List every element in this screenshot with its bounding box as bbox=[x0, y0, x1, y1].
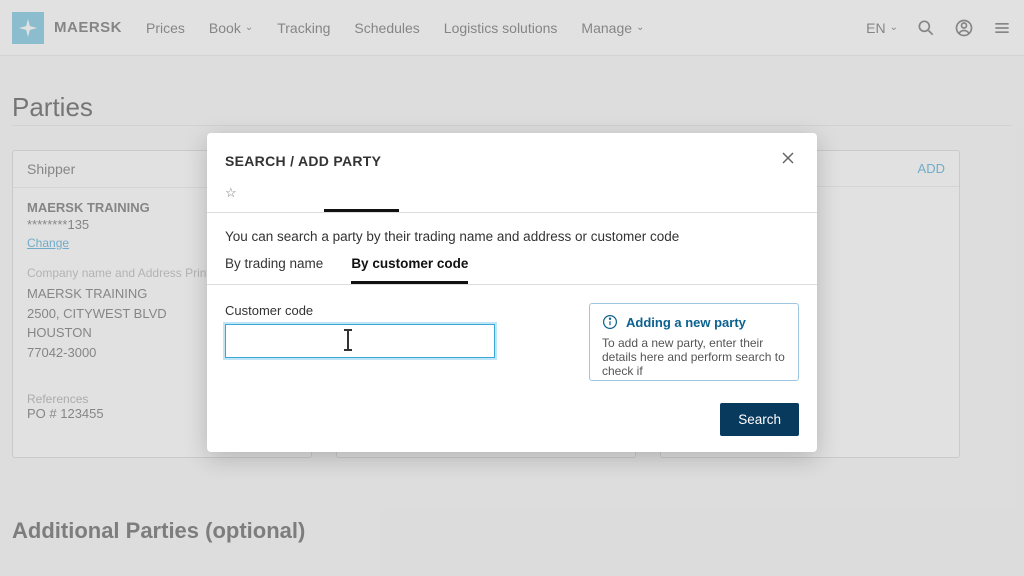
subtab-by-customer-code[interactable]: By customer code bbox=[351, 256, 468, 284]
modal-body: Customer code Adding a new party To add … bbox=[207, 285, 817, 399]
tab-favorites[interactable]: ☆ Favorites bbox=[225, 184, 296, 212]
info-body: To add a new party, enter their details … bbox=[602, 336, 786, 378]
close-icon[interactable] bbox=[777, 147, 799, 174]
modal-tabs: ☆ Favorites Search / Add bbox=[207, 174, 817, 213]
text-cursor-icon bbox=[347, 331, 349, 349]
modal-footer: Search bbox=[207, 399, 817, 452]
customer-code-label: Customer code bbox=[225, 303, 559, 318]
modal-header: SEARCH / ADD PARTY bbox=[207, 133, 817, 174]
info-callout: Adding a new party To add a new party, e… bbox=[589, 303, 799, 381]
search-button[interactable]: Search bbox=[720, 403, 799, 436]
subtab-by-trading-name[interactable]: By trading name bbox=[225, 256, 323, 284]
customer-code-field: Customer code bbox=[225, 303, 559, 381]
customer-code-input[interactable] bbox=[225, 324, 495, 358]
modal-description: You can search a party by their trading … bbox=[207, 213, 817, 254]
modal-title: SEARCH / ADD PARTY bbox=[225, 153, 381, 169]
modal-overlay: SEARCH / ADD PARTY ☆ Favorites Search / … bbox=[0, 0, 1024, 576]
info-title: Adding a new party bbox=[626, 315, 746, 330]
search-add-party-modal: SEARCH / ADD PARTY ☆ Favorites Search / … bbox=[207, 133, 817, 452]
star-outline-icon: ☆ bbox=[225, 185, 237, 201]
info-icon bbox=[602, 314, 618, 330]
search-mode-tabs: By trading name By customer code bbox=[207, 254, 817, 285]
tab-search-add[interactable]: Search / Add bbox=[324, 184, 398, 212]
